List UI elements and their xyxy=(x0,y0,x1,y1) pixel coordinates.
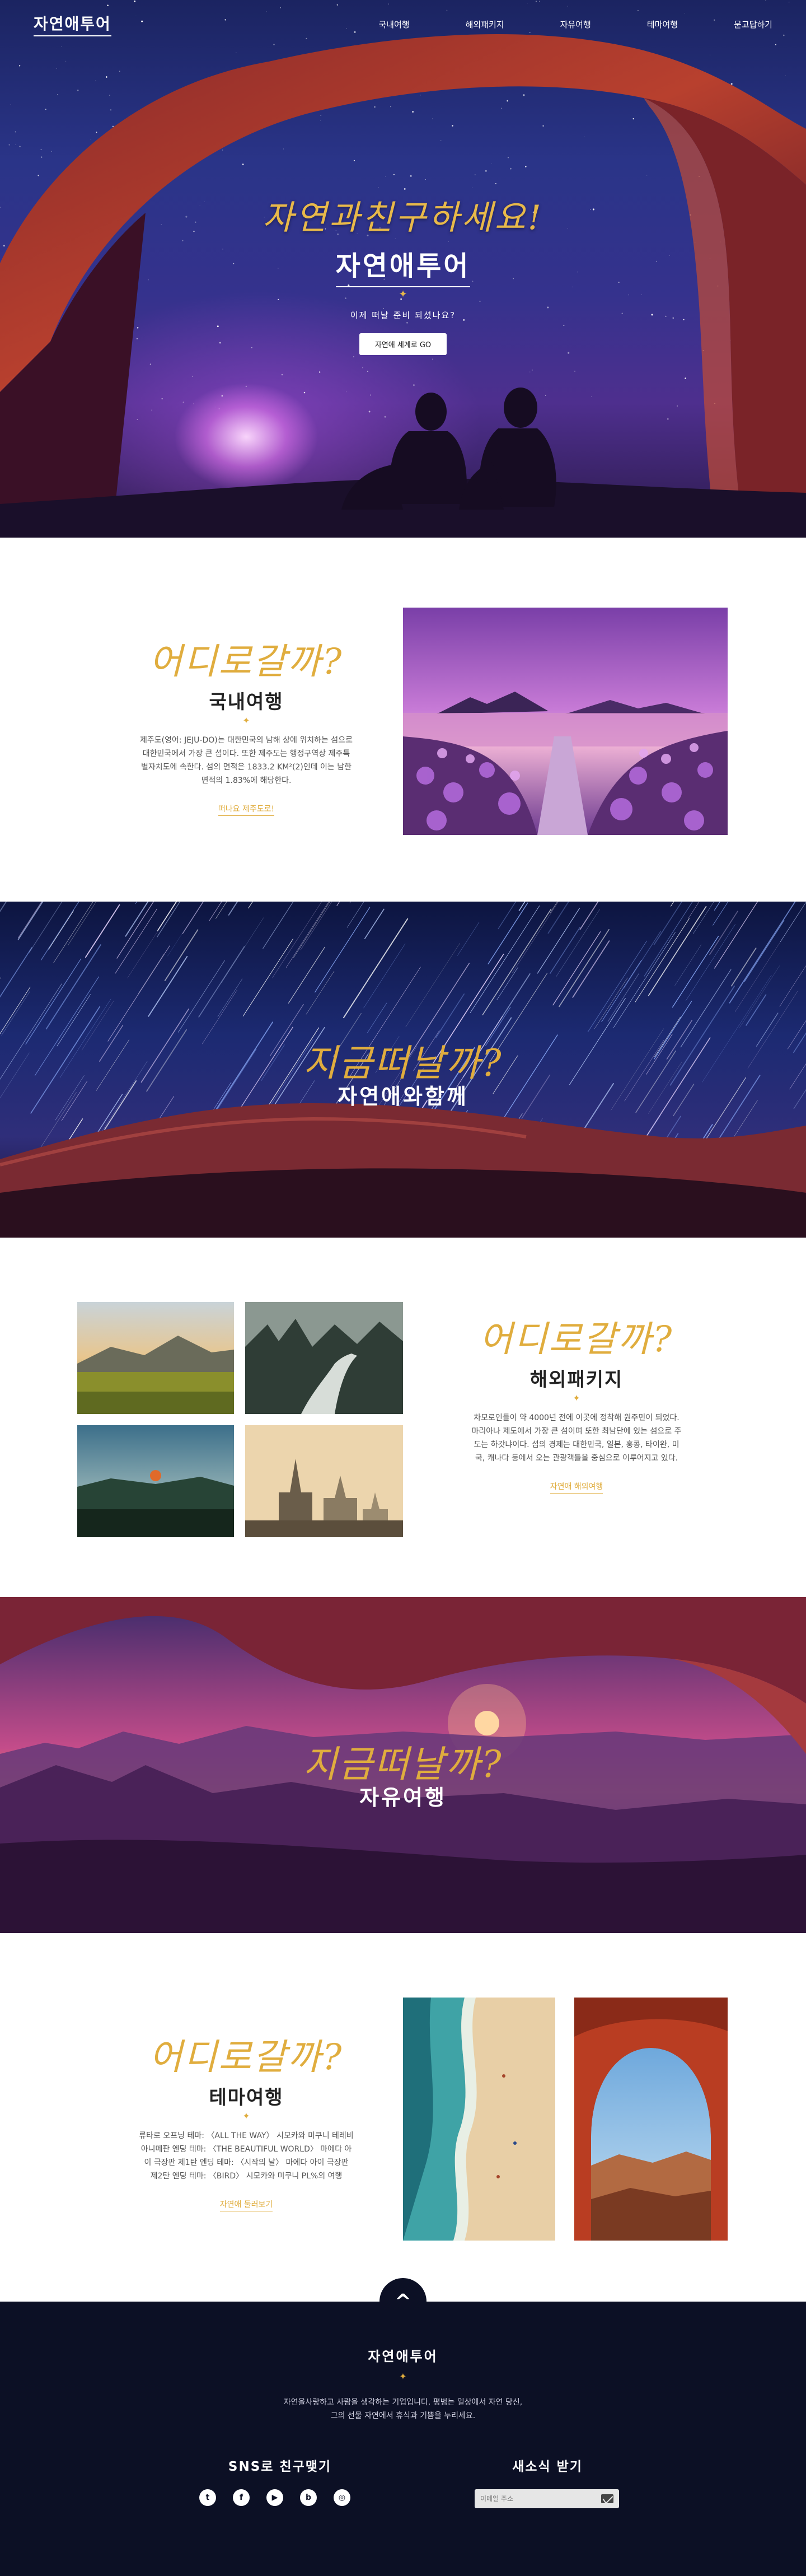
banner1-title: 자연애와함께 xyxy=(338,1084,468,1109)
temple-silhouette-image xyxy=(245,1425,403,1537)
sns-title: SNS로 친구맺기 xyxy=(228,2460,332,2474)
banner2-content: 지금떠날까? 자유여행 xyxy=(0,1734,806,1811)
canyon-arch-photo xyxy=(574,1998,728,2241)
domestic-link[interactable]: 떠나요 제주도로! xyxy=(218,803,275,816)
nav-item-qna[interactable]: 묻고답하기 xyxy=(734,18,772,30)
banner2-title: 자유여행 xyxy=(359,1785,447,1810)
twitter-icon[interactable]: t xyxy=(199,2489,216,2506)
misty-river-image xyxy=(245,1302,403,1414)
domestic-description: 제주도(영어: JEJU-DO)는 대한민국의 남해 상에 위치하는 섬으로 대… xyxy=(90,734,403,787)
site-header: 자연애투어 국내여행 해외패키지 자유여행 테마여행 묻고답하기 xyxy=(0,0,806,48)
desc-line: 류타로 오프닝 테마: 〈ALL THE WAY〉 시모카와 미쿠니 테레비 xyxy=(139,2131,354,2140)
desc-line: 차모로인들이 약 4000년 전에 이곳에 정착해 원주민이 되었다. xyxy=(474,1413,680,1422)
main-nav: 국내여행 해외패키지 자유여행 테마여행 묻고답하기 xyxy=(322,18,772,30)
newsletter-form xyxy=(475,2489,619,2508)
domestic-section: 어디로갈까? 국내여행 ✦ 제주도(영어: JEJU-DO)는 대한민국의 남해… xyxy=(0,538,806,902)
banner1-content: 지금떠날까? 자연애와함께 xyxy=(0,1033,806,1110)
overseas-title: 해외패키지 xyxy=(529,1369,624,1391)
banner-canyon-sunset: 지금떠날까? 자유여행 xyxy=(0,1597,806,1933)
star-icon: ✦ xyxy=(399,2371,407,2382)
desc-line: 아니메판 엔딩 테마: 〈THE BEAUTIFUL WORLD〉 마에다 아 xyxy=(140,2145,352,2154)
desc-line: 제주도(영어: JEJU-DO)는 대한민국의 남해 상에 위치하는 섬으로 xyxy=(140,736,353,745)
nav-item-overseas[interactable]: 해외패키지 xyxy=(466,18,504,30)
youtube-icon[interactable]: ▶ xyxy=(266,2489,283,2506)
desc-line: 이 극장판 제1탄 엔딩 테마: 〈시작의 날〉 마에다 아이 극장판 xyxy=(144,2158,349,2167)
desc-line: 도는 하갓냐이다. 섬의 경제는 대한민국, 일본, 홍콩, 타이완, 미 xyxy=(474,1440,680,1449)
sns-icons: t f ▶ b ◎ xyxy=(199,2489,350,2506)
email-input[interactable] xyxy=(480,2495,592,2503)
desc-line: 제2탄 엔딩 테마: 〈BIRD〉 시모카와 미쿠니 PL%의 여행 xyxy=(150,2172,343,2181)
scroll-top-button[interactable]: ^ xyxy=(379,2278,427,2325)
domestic-title: 국내여행 xyxy=(209,691,284,713)
theme-link[interactable]: 자연애 둘러보기 xyxy=(219,2199,273,2211)
desc-line: 별자치도에 속한다. 섬의 면적은 1833.2 KM²(2)인데 이는 남한 xyxy=(140,763,352,772)
facebook-icon[interactable]: f xyxy=(233,2489,250,2506)
theme-section: 어디로갈까? 테마여행 ✦ 류타로 오프닝 테마: 〈ALL THE WAY〉 … xyxy=(0,1933,806,2302)
hero-section: 자연과친구하세요! 자연애투어 ✦ 이제 떠날 준비 되셨나요? 자연애 세계로… xyxy=(0,0,806,538)
site-logo[interactable]: 자연애투어 xyxy=(34,12,111,36)
domestic-text: 어디로갈까? 국내여행 ✦ 제주도(영어: JEJU-DO)는 대한민국의 남해… xyxy=(90,633,403,816)
savanna-image xyxy=(77,1302,234,1414)
theme-text: 어디로갈까? 테마여행 ✦ 류타로 오프닝 테마: 〈ALL THE WAY〉 … xyxy=(90,2028,403,2211)
star-icon: ✦ xyxy=(573,1393,580,1403)
sunset-pagoda-image xyxy=(77,1425,234,1537)
theme-title: 테마여행 xyxy=(209,2087,284,2109)
desc-line: 마리아나 제도에서 가장 큰 섬이며 또한 최남단에 있는 섬으로 주 xyxy=(471,1427,682,1436)
mail-icon[interactable] xyxy=(601,2494,613,2503)
nav-item-free-travel[interactable]: 자유여행 xyxy=(560,18,591,30)
lake-flowers-image xyxy=(403,608,728,835)
star-icon: ✦ xyxy=(242,2111,250,2121)
hero-subtitle: 이제 떠날 준비 되셨나요? xyxy=(350,310,456,320)
blog-icon[interactable]: b xyxy=(300,2489,317,2506)
footer-description: 자연을사랑하고 사람을 생각하는 기업입니다. 평범는 일상에서 자연 당신, … xyxy=(0,2396,806,2423)
hero-script-title: 자연과친구하세요! xyxy=(263,198,543,237)
nav-item-theme[interactable]: 테마여행 xyxy=(647,18,678,30)
domestic-script-title: 어디로갈까? xyxy=(149,641,344,683)
star-icon: ✦ xyxy=(399,288,407,300)
overseas-text: 어디로갈까? 해외패키지 ✦ 차모로인들이 약 4000년 전에 이곳에 정착해… xyxy=(425,1310,728,1494)
newsletter-title: 새소식 받기 xyxy=(512,2460,583,2474)
footer-title: 자연애투어 xyxy=(368,2349,438,2364)
hero-cta-button[interactable]: 자연애 세계로 GO xyxy=(359,333,447,355)
desc-line: 자연을사랑하고 사람을 생각하는 기업입니다. 평범는 일상에서 자연 당신, xyxy=(283,2398,523,2407)
desc-line: 대한민국에서 가장 큰 섬이다. 또한 제주도는 행정구역상 제주특 xyxy=(142,749,350,758)
desc-line: 면적의 1.83%에 해당한다. xyxy=(201,776,292,785)
banner-star-trails: 지금떠날까? 자연애와함께 xyxy=(0,902,806,1238)
instagram-icon[interactable]: ◎ xyxy=(334,2489,350,2506)
hero-content: 자연과친구하세요! 자연애투어 ✦ 이제 떠날 준비 되셨나요? 자연애 세계로… xyxy=(0,190,806,355)
theme-script-title: 어디로갈까? xyxy=(149,2037,344,2078)
nav-item-domestic[interactable]: 국내여행 xyxy=(378,18,409,30)
overseas-description: 차모로인들이 약 4000년 전에 이곳에 정착해 원주민이 되었다. 마리아나… xyxy=(425,1411,728,1465)
star-icon: ✦ xyxy=(242,715,250,726)
theme-description: 류타로 오프닝 테마: 〈ALL THE WAY〉 시모카와 미쿠니 테레비 아… xyxy=(90,2129,403,2183)
desc-line: 국, 캐나다 등에서 오는 관광객들을 중심으로 이루어지고 있다. xyxy=(475,1454,678,1463)
overseas-link[interactable]: 자연애 해외여행 xyxy=(550,1481,603,1494)
overseas-script-title: 어디로갈까? xyxy=(479,1319,674,1360)
desc-line: 그의 선물 자연에서 휴식과 기쁨을 누리세요. xyxy=(330,2411,476,2420)
site-footer: ^ 자연애투어 ✦ 자연을사랑하고 사람을 생각하는 기업입니다. 평범는 일상… xyxy=(0,2278,806,2576)
overseas-section: 어디로갈까? 해외패키지 ✦ 차모로인들이 약 4000년 전에 이곳에 정착해… xyxy=(0,1238,806,1597)
beach-aerial-image xyxy=(403,1998,555,2241)
hero-title: 자연애투어 xyxy=(335,244,471,287)
